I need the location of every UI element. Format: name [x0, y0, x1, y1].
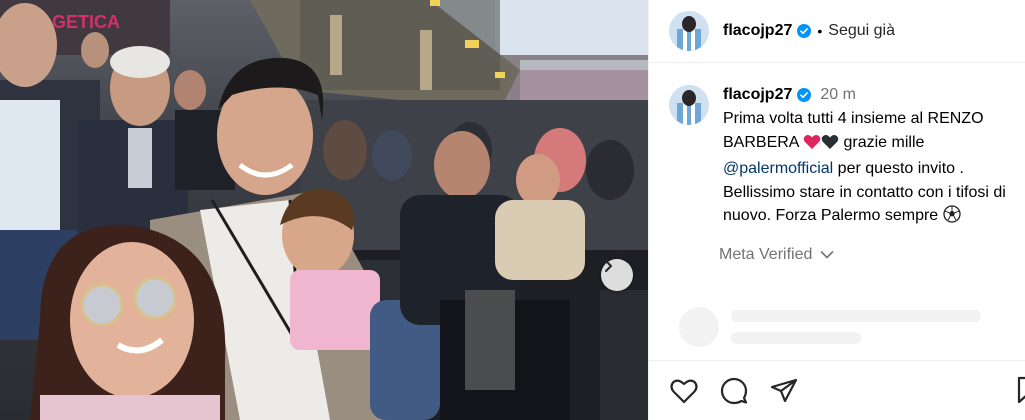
author-avatar[interactable]	[669, 11, 709, 51]
skeleton-line	[731, 310, 981, 322]
actions-divider	[649, 360, 1025, 361]
mention-link[interactable]: @palermofficial	[723, 160, 833, 177]
post-caption: flacojp27 20 m Prima volta tutti 4 insie…	[669, 83, 1019, 231]
post-actions	[669, 376, 819, 406]
verified-badge-icon	[797, 24, 812, 38]
save-button[interactable]	[1017, 376, 1025, 409]
following-button[interactable]: Segui già	[828, 22, 895, 40]
post-header: flacojp27 • Segui già	[649, 0, 1025, 63]
caption-author-avatar[interactable]	[669, 85, 709, 125]
skeleton-avatar	[679, 307, 719, 347]
chevron-right-icon	[605, 260, 612, 272]
meta-verified-toggle[interactable]: Meta Verified	[719, 246, 834, 264]
caption-line-1-after: grazie mille	[843, 133, 925, 151]
caption-author-username[interactable]: flacojp27	[723, 86, 792, 104]
black-heart-icon	[821, 134, 839, 158]
share-icon	[770, 378, 798, 403]
carousel-next-button[interactable]	[601, 259, 633, 291]
avatar-image	[669, 11, 709, 51]
comment-loading-placeholder	[679, 307, 981, 347]
skeleton-line	[731, 332, 861, 344]
author-username[interactable]: flacojp27	[723, 22, 792, 40]
avatar-image	[669, 85, 709, 125]
post-side-panel: flacojp27 • Segui già flacojp27 20 m Pri…	[648, 0, 1025, 420]
meta-verified-label: Meta Verified	[719, 246, 813, 263]
caption-text: Prima volta tutti 4 insieme al RENZO BAR…	[723, 107, 1019, 231]
stadium-photo-illustration: GETICA	[0, 0, 648, 420]
chevron-down-icon	[821, 251, 834, 259]
heart-icon	[670, 379, 698, 404]
comment-button[interactable]	[719, 376, 749, 406]
share-button[interactable]	[769, 376, 799, 406]
post-photo[interactable]: GETICA	[0, 0, 648, 420]
comment-icon	[720, 377, 748, 405]
like-button[interactable]	[669, 376, 699, 406]
header-separator: •	[817, 23, 823, 39]
verified-badge-icon	[797, 88, 812, 102]
soccer-ball-icon	[943, 205, 961, 231]
red-heart-icon	[803, 134, 821, 158]
background-banner-text: GETICA	[52, 12, 120, 32]
bookmark-icon	[1017, 376, 1025, 404]
post-timestamp[interactable]: 20 m	[820, 86, 856, 104]
skeleton-lines	[731, 310, 981, 344]
